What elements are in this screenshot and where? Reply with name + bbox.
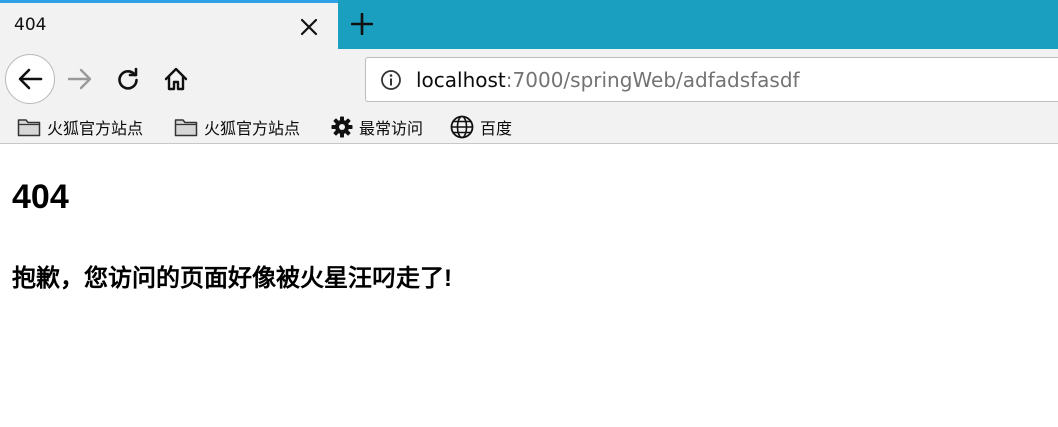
reload-icon: [118, 67, 138, 90]
url-host: localhost: [416, 68, 506, 92]
bookmark-label: 火狐官方站点: [47, 119, 144, 138]
error-code-heading: 404: [12, 178, 69, 216]
tab-title: 404: [14, 15, 47, 35]
bookmarks-toolbar: 火狐官方站点 火狐官方站点 最常访问 百度: [0, 110, 1058, 144]
arrow-left-icon: [18, 68, 43, 90]
url-bar[interactable]: localhost:7000/springWeb/adfadsfasdf: [365, 57, 1058, 102]
browser-window: 404 localhost:7000/springWeb/adfadsfasdf…: [0, 0, 1058, 427]
url-path: :7000/springWeb/adfadsfasdf: [505, 68, 800, 92]
forward-button[interactable]: [64, 63, 96, 95]
bookmark-most-visited[interactable]: 最常访问: [331, 114, 423, 140]
url-text[interactable]: localhost:7000/springWeb/adfadsfasdf: [416, 68, 800, 92]
page-content: 404 抱歉，您访问的页面好像被火星汪叼走了!: [0, 145, 1058, 427]
bookmark-label: 最常访问: [359, 119, 424, 138]
bookmark-label: 火狐官方站点: [204, 119, 301, 138]
tab-strip: 404: [0, 0, 1058, 49]
reload-button[interactable]: [112, 63, 144, 95]
bookmark-folder[interactable]: 火狐官方站点: [17, 114, 143, 140]
bookmark-folder[interactable]: 火狐官方站点: [174, 114, 300, 140]
bookmark-baidu[interactable]: 百度: [450, 114, 512, 140]
folder-icon: [17, 119, 41, 137]
close-icon: [300, 18, 318, 36]
globe-icon: [450, 115, 474, 139]
gear-icon: [331, 116, 353, 138]
home-icon: [164, 67, 188, 91]
error-message: 抱歉，您访问的页面好像被火星汪叼走了!: [12, 265, 452, 292]
new-tab-button[interactable]: [346, 8, 378, 40]
folder-icon: [174, 119, 198, 137]
home-button[interactable]: [160, 63, 192, 95]
back-button[interactable]: [5, 54, 55, 104]
arrow-right-icon: [67, 68, 92, 90]
bookmark-label: 百度: [480, 119, 513, 138]
plus-icon: [351, 13, 373, 35]
info-icon[interactable]: [380, 69, 402, 91]
navigation-toolbar: localhost:7000/springWeb/adfadsfasdf: [0, 49, 1058, 110]
active-tab[interactable]: 404: [0, 0, 338, 49]
close-tab-button[interactable]: [294, 12, 324, 42]
